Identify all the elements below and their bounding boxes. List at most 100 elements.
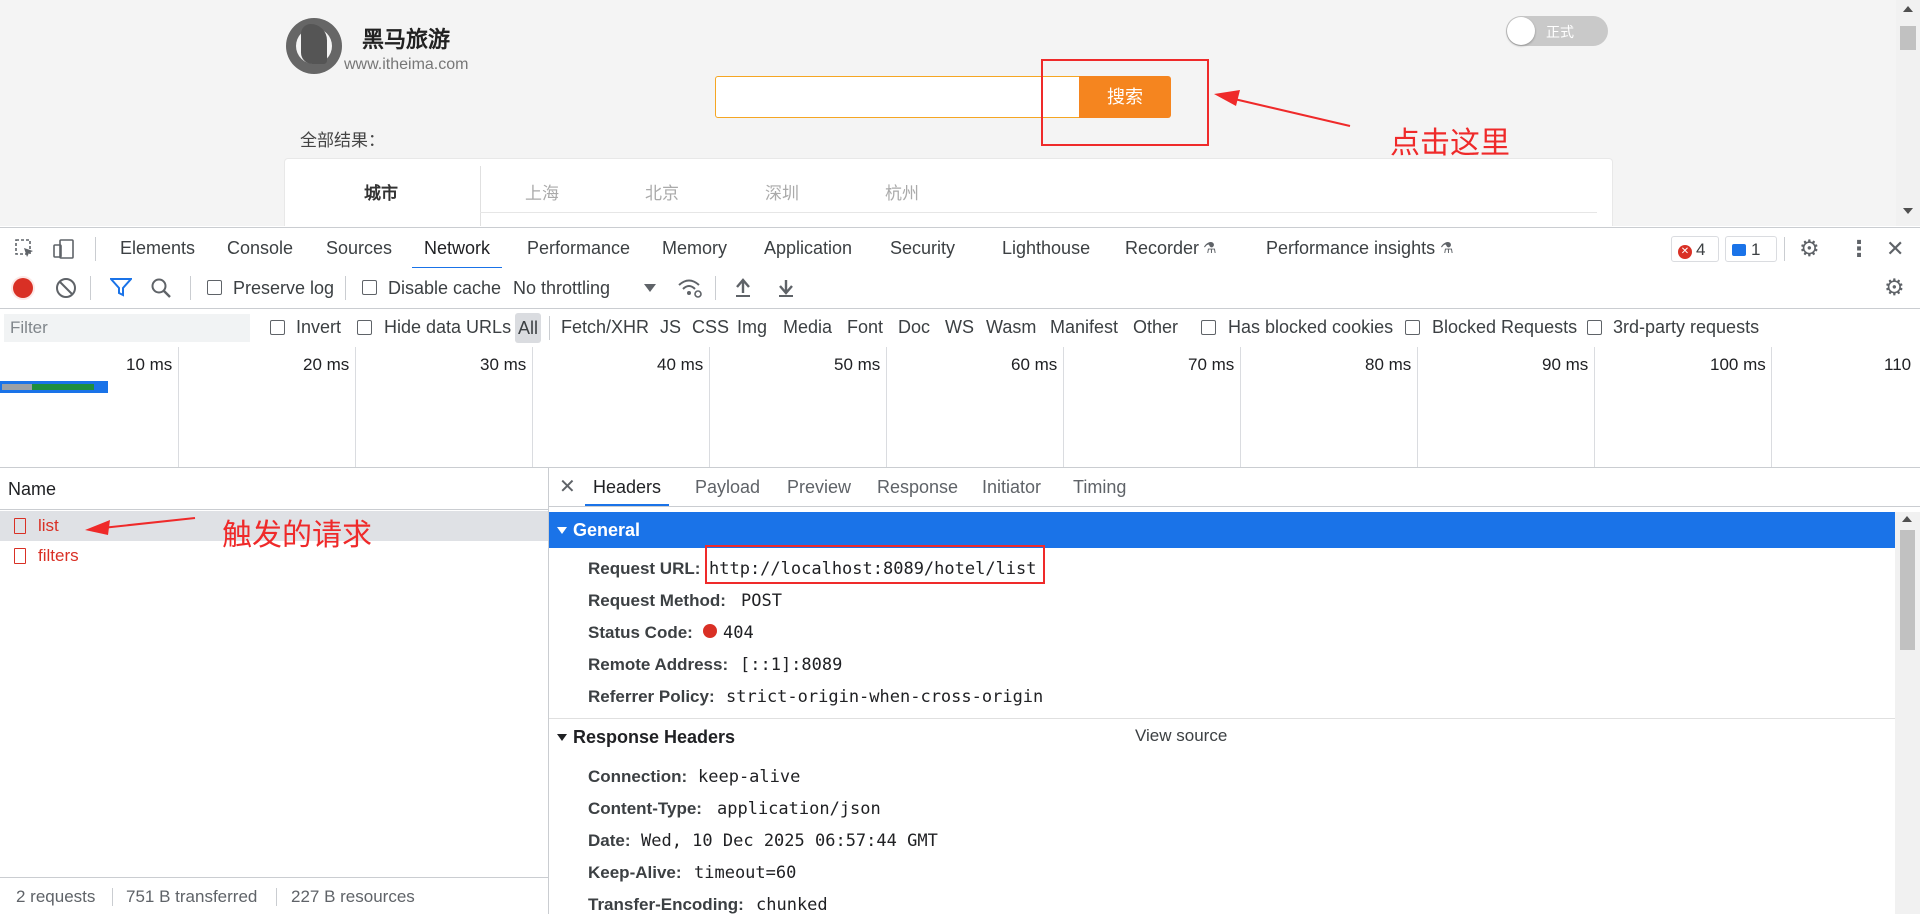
filter-funnel-icon[interactable] [108,277,134,302]
clear-icon[interactable] [56,278,76,298]
close-devtools-icon[interactable]: ✕ [1886,228,1904,269]
import-har-icon[interactable] [733,277,753,304]
tab-payload[interactable]: Payload [695,468,760,506]
city-option-shanghai[interactable]: 上海 [525,179,559,204]
annotation-arrow-request [85,517,196,535]
transfer-encoding-key: Transfer-Encoding: [588,895,744,914]
general-section-header[interactable]: General [549,512,1895,548]
chevron-down-icon[interactable] [644,284,656,292]
city-option-hangzhou[interactable]: 杭州 [885,179,919,204]
filter-input[interactable]: Filter [4,314,250,342]
details-scrollbar[interactable] [1895,512,1920,914]
city-option-shenzhen[interactable]: 深圳 [765,179,799,204]
tab-security[interactable]: Security [890,228,955,269]
has-blocked-cookies-checkbox[interactable] [1201,320,1216,335]
scroll-up-icon[interactable] [1902,516,1912,522]
tab-preview[interactable]: Preview [787,468,851,506]
tab-network[interactable]: Network [412,228,503,269]
divider [345,276,346,300]
filter-type-media[interactable]: Media [783,317,832,338]
disable-cache-checkbox[interactable] [362,280,377,295]
tab-initiator[interactable]: Initiator [982,468,1041,506]
settings-gear-icon[interactable]: ⚙ [1799,228,1820,269]
filter-type-doc[interactable]: Doc [898,317,930,338]
filter-type-ws[interactable]: WS [945,317,974,338]
preserve-log-checkbox[interactable] [207,280,222,295]
message-count: 1 [1751,240,1761,259]
request-document-icon [14,548,26,564]
name-column-header[interactable]: Name [0,468,548,510]
timeline-gridline [1417,347,1418,467]
filter-type-img[interactable]: Img [737,317,767,338]
tab-memory[interactable]: Memory [662,228,727,269]
timeline-tick-label: 50 ms [834,355,881,374]
scroll-up-icon[interactable] [1903,6,1913,12]
tab-console[interactable]: Console [227,228,293,269]
invert-label: Invert [296,317,342,337]
view-source-link[interactable]: View source [1135,726,1227,746]
filter-type-fetch-xhr[interactable]: Fetch/XHR [561,317,649,338]
filter-type-wasm[interactable]: Wasm [986,317,1036,338]
throttling-select[interactable]: No throttling [513,278,610,299]
tab-elements[interactable]: Elements [120,228,195,269]
tab-performance-insights[interactable]: Performance insights [1266,228,1435,269]
env-toggle[interactable]: 正式 [1506,16,1608,46]
has-blocked-cookies-label: Has blocked cookies [1228,317,1394,337]
device-toolbar-icon[interactable] [52,228,76,269]
timeline-overview[interactable]: 10 ms 20 ms 30 ms 40 ms 50 ms 60 ms 70 m… [0,347,1920,468]
page-scrollbar[interactable] [1896,0,1920,226]
filter-type-other[interactable]: Other [1133,317,1178,338]
record-icon[interactable] [13,278,33,298]
search-icon[interactable] [150,277,172,304]
tab-sources[interactable]: Sources [326,228,392,269]
tab-timing[interactable]: Timing [1073,468,1126,506]
network-toolbar: Preserve log Disable cache No throttling… [0,268,1920,309]
filter-type-js[interactable]: JS [660,317,681,338]
content-type-key: Content-Type: [588,799,702,818]
timeline-gridline [1240,347,1241,467]
experiment-flask-icon: ⚗ [1440,240,1454,257]
divider [715,276,716,300]
timeline-tick-label: 90 ms [1542,355,1589,374]
filter-type-font[interactable]: Font [847,317,883,338]
logo-icon [286,18,342,74]
hide-data-urls-checkbox[interactable] [357,320,372,335]
invert-checkbox[interactable] [270,320,285,335]
request-url-key: Request URL: [588,559,701,578]
export-har-icon[interactable] [776,277,796,304]
error-count-badge[interactable]: ✕ 4 [1671,236,1719,262]
city-option-beijing[interactable]: 北京 [645,179,679,204]
timeline-gridline [1771,347,1772,467]
web-page-viewport: 黑马旅游 www.itheima.com 搜索 全部结果： 城市 上海 北京 深… [0,0,1920,226]
status-code-key: Status Code: [588,623,693,642]
filter-type-manifest[interactable]: Manifest [1050,317,1118,338]
date-key: Date: [588,831,631,850]
more-options-icon[interactable]: ⋮ [1848,228,1870,269]
network-conditions-icon[interactable] [677,277,703,304]
request-details-pane: ✕ Headers Payload Preview Response Initi… [549,468,1920,915]
filter-type-all[interactable]: All [515,313,542,343]
tab-response[interactable]: Response [877,468,958,506]
scroll-thumb[interactable] [1900,530,1915,650]
divider [549,316,550,340]
timeline-tick-label: 40 ms [657,355,704,374]
tab-performance[interactable]: Performance [527,228,630,269]
scroll-thumb[interactable] [1900,26,1916,50]
close-details-icon[interactable]: ✕ [559,468,576,506]
keep-alive-value: timeout=60 [694,863,797,883]
tab-recorder[interactable]: Recorder [1125,228,1199,269]
message-count-badge[interactable]: 1 [1725,236,1777,262]
transferred-size: 751 B transferred [126,887,258,906]
scroll-down-icon[interactable] [1903,208,1913,214]
tab-headers[interactable]: Headers [585,468,670,506]
divider [480,166,481,226]
tab-lighthouse[interactable]: Lighthouse [1002,228,1090,269]
tab-application[interactable]: Application [764,228,852,269]
divider [276,888,277,906]
inspect-element-icon[interactable] [14,228,36,269]
filter-type-css[interactable]: CSS [692,317,729,338]
network-settings-gear-icon[interactable]: ⚙ [1884,267,1905,307]
third-party-requests-checkbox[interactable] [1587,320,1602,335]
search-input[interactable] [715,76,1081,118]
blocked-requests-checkbox[interactable] [1405,320,1420,335]
